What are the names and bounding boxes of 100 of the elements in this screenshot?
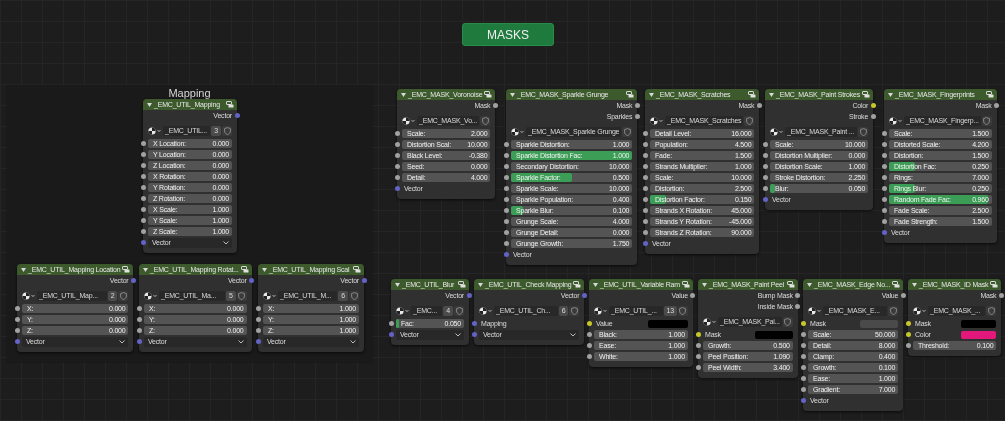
input-socket[interactable]	[503, 252, 509, 257]
fake-user-button[interactable]	[622, 127, 633, 137]
input-socket[interactable]	[471, 321, 477, 326]
input-socket[interactable]	[642, 164, 648, 169]
input-socket[interactable]	[800, 387, 806, 392]
input-socket[interactable]	[140, 141, 146, 146]
input-socket[interactable]	[881, 164, 887, 169]
sphere-dropdown-button[interactable]	[703, 317, 717, 327]
input-socket[interactable]	[14, 317, 20, 322]
input-socket[interactable]	[394, 164, 400, 169]
input-socket[interactable]	[762, 153, 768, 158]
output-socket[interactable]	[900, 293, 906, 298]
input-socket[interactable]	[695, 365, 701, 370]
input-socket[interactable]	[642, 175, 648, 180]
node-card[interactable]	[884, 89, 997, 243]
sphere-dropdown-button[interactable]	[808, 306, 822, 316]
input-socket[interactable]	[800, 354, 806, 359]
input-socket[interactable]	[394, 153, 400, 158]
fake-user-button[interactable]	[349, 291, 359, 301]
sphere-dropdown-button[interactable]	[263, 291, 277, 301]
sphere-dropdown-button[interactable]	[22, 291, 36, 301]
output-socket[interactable]	[492, 103, 498, 108]
fake-user-button[interactable]	[118, 291, 129, 301]
input-socket[interactable]	[471, 332, 477, 337]
input-socket[interactable]	[503, 153, 509, 158]
input-socket[interactable]	[586, 332, 592, 337]
input-socket[interactable]	[140, 196, 146, 201]
input-socket[interactable]	[140, 185, 146, 190]
input-socket[interactable]	[881, 131, 887, 136]
input-socket[interactable]	[388, 321, 394, 326]
fake-user-button[interactable]	[569, 306, 580, 316]
input-socket[interactable]	[586, 321, 592, 326]
sphere-dropdown-button[interactable]	[889, 116, 903, 126]
input-socket[interactable]	[695, 354, 701, 359]
node-card[interactable]	[506, 89, 638, 265]
output-socket[interactable]	[795, 304, 801, 309]
frame-label-button[interactable]: MASKS	[462, 23, 554, 46]
input-socket[interactable]	[881, 186, 887, 191]
sphere-dropdown-button[interactable]	[479, 306, 493, 316]
fake-user-button[interactable]	[986, 306, 997, 316]
input-socket[interactable]	[642, 131, 648, 136]
color-swatch[interactable]	[648, 319, 688, 328]
input-socket[interactable]	[905, 343, 911, 348]
sphere-dropdown-button[interactable]	[650, 116, 664, 126]
input-socket[interactable]	[881, 153, 887, 158]
fake-user-button[interactable]	[782, 317, 793, 327]
sphere-dropdown-button[interactable]	[511, 127, 525, 137]
output-socket[interactable]	[634, 103, 640, 108]
input-socket[interactable]	[800, 365, 806, 370]
input-socket[interactable]	[503, 142, 509, 147]
color-swatch[interactable]	[755, 330, 793, 339]
input-socket[interactable]	[503, 197, 509, 202]
sphere-dropdown-button[interactable]	[402, 116, 416, 126]
input-socket[interactable]	[800, 398, 806, 403]
input-socket[interactable]	[800, 332, 806, 337]
input-socket[interactable]	[14, 328, 20, 333]
color-swatch[interactable]	[860, 319, 899, 328]
input-socket[interactable]	[642, 197, 648, 202]
input-socket[interactable]	[881, 197, 887, 202]
input-socket[interactable]	[140, 174, 146, 179]
input-socket[interactable]	[394, 186, 400, 191]
sphere-dropdown-button[interactable]	[396, 306, 410, 316]
input-socket[interactable]	[642, 219, 648, 224]
input-socket[interactable]	[14, 306, 20, 311]
sphere-dropdown-button[interactable]	[913, 306, 927, 316]
input-socket[interactable]	[388, 332, 394, 337]
input-socket[interactable]	[881, 219, 887, 224]
input-socket[interactable]	[586, 354, 592, 359]
output-socket[interactable]	[249, 278, 255, 283]
input-socket[interactable]	[881, 142, 887, 147]
input-socket[interactable]	[136, 317, 142, 322]
input-socket[interactable]	[394, 175, 400, 180]
input-socket[interactable]	[762, 164, 768, 169]
fake-user-button[interactable]	[480, 116, 491, 126]
fake-user-button[interactable]	[222, 126, 232, 136]
fake-user-button[interactable]	[677, 306, 688, 316]
input-socket[interactable]	[394, 142, 400, 147]
fake-user-button[interactable]	[981, 116, 992, 126]
sphere-dropdown-button[interactable]	[594, 306, 608, 316]
output-socket[interactable]	[634, 114, 640, 119]
input-socket[interactable]	[140, 152, 146, 157]
output-socket[interactable]	[756, 103, 762, 108]
fake-user-button[interactable]	[236, 291, 247, 301]
input-socket[interactable]	[762, 142, 768, 147]
output-socket[interactable]	[870, 103, 876, 108]
input-socket[interactable]	[255, 317, 261, 322]
input-socket[interactable]	[503, 230, 509, 235]
input-socket[interactable]	[140, 218, 146, 223]
input-socket[interactable]	[140, 163, 146, 168]
input-socket[interactable]	[695, 343, 701, 348]
input-socket[interactable]	[642, 208, 648, 213]
sphere-dropdown-button[interactable]	[148, 126, 162, 136]
input-socket[interactable]	[394, 131, 400, 136]
output-socket[interactable]	[795, 293, 801, 298]
fake-user-button[interactable]	[454, 306, 464, 316]
input-socket[interactable]	[140, 229, 146, 234]
output-socket[interactable]	[870, 114, 876, 119]
input-socket[interactable]	[881, 230, 887, 235]
input-socket[interactable]	[762, 186, 768, 191]
input-socket[interactable]	[762, 175, 768, 180]
